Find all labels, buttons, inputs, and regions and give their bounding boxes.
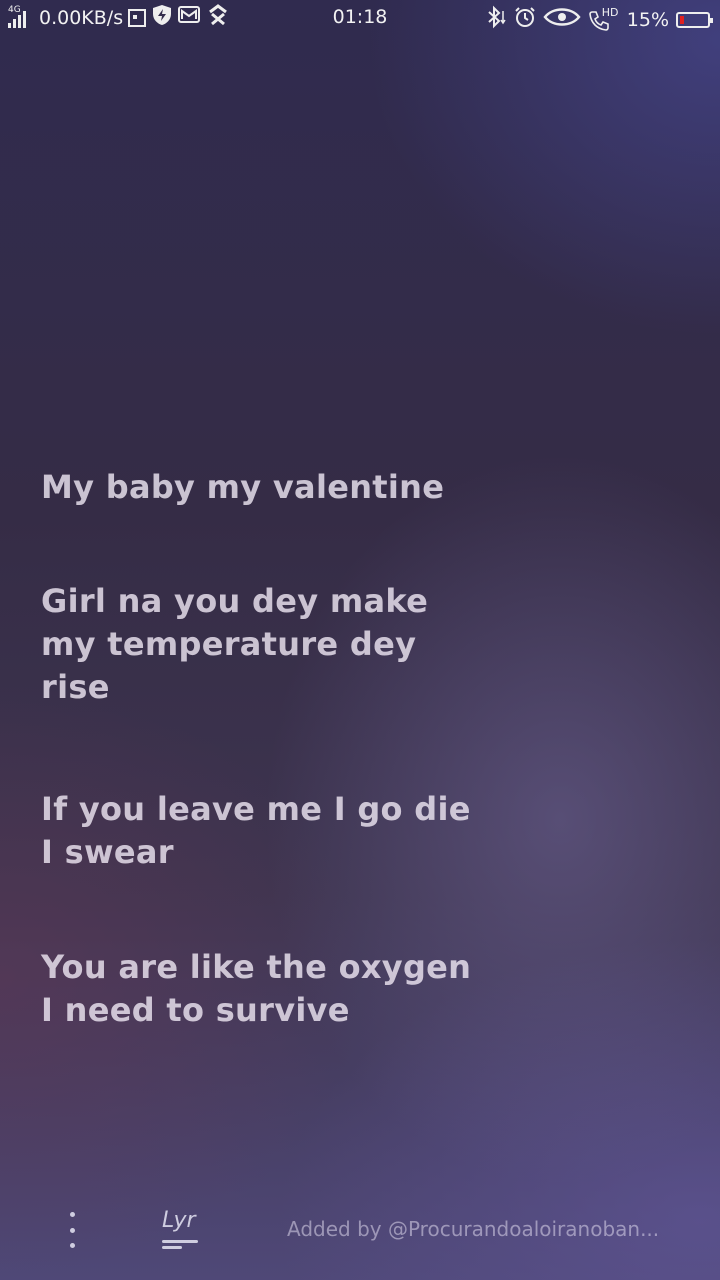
- battery-percent: 15%: [626, 8, 669, 31]
- lyric-line: I swear: [41, 833, 174, 871]
- lyric-line: rise: [41, 668, 110, 706]
- more-options-icon[interactable]: [62, 1212, 82, 1248]
- lyric-verse-3[interactable]: If you leave me I go die I swear: [41, 788, 471, 874]
- hd-call-icon: HD: [588, 5, 620, 32]
- lyr-logo-button[interactable]: Lyr: [160, 1208, 202, 1252]
- lyric-line: My baby my valentine: [41, 468, 445, 506]
- bottom-bar: Lyr Added by @Procurandoaloiranoban...: [0, 1190, 720, 1270]
- lyr-logo-text: Lyr: [162, 1208, 196, 1233]
- bluetooth-icon: [485, 5, 507, 34]
- lyric-line: I need to survive: [41, 991, 350, 1029]
- lyric-line: If you leave me I go die: [41, 790, 471, 828]
- status-bar: 4G 0.00KB/s 01:18 HD 15%: [0, 0, 720, 36]
- lyric-line: my temperature dey: [41, 625, 417, 663]
- eye-icon: [543, 6, 581, 33]
- lyric-line: Girl na you dey make: [41, 582, 429, 620]
- hd-tag: HD: [601, 5, 619, 19]
- lyric-verse-4[interactable]: You are like the oxygen I need to surviv…: [41, 946, 471, 1032]
- lyric-verse-2[interactable]: Girl na you dey make my temperature dey …: [41, 580, 428, 709]
- lyric-verse-1[interactable]: My baby my valentine: [41, 466, 444, 509]
- alarm-icon: [514, 6, 536, 33]
- battery-icon: [676, 11, 713, 28]
- status-right: HD 15%: [485, 5, 713, 34]
- lyric-line: You are like the oxygen: [41, 948, 472, 986]
- battery-fill: [680, 15, 684, 24]
- added-by-credit[interactable]: Added by @Procurandoaloiranoban...: [287, 1217, 687, 1241]
